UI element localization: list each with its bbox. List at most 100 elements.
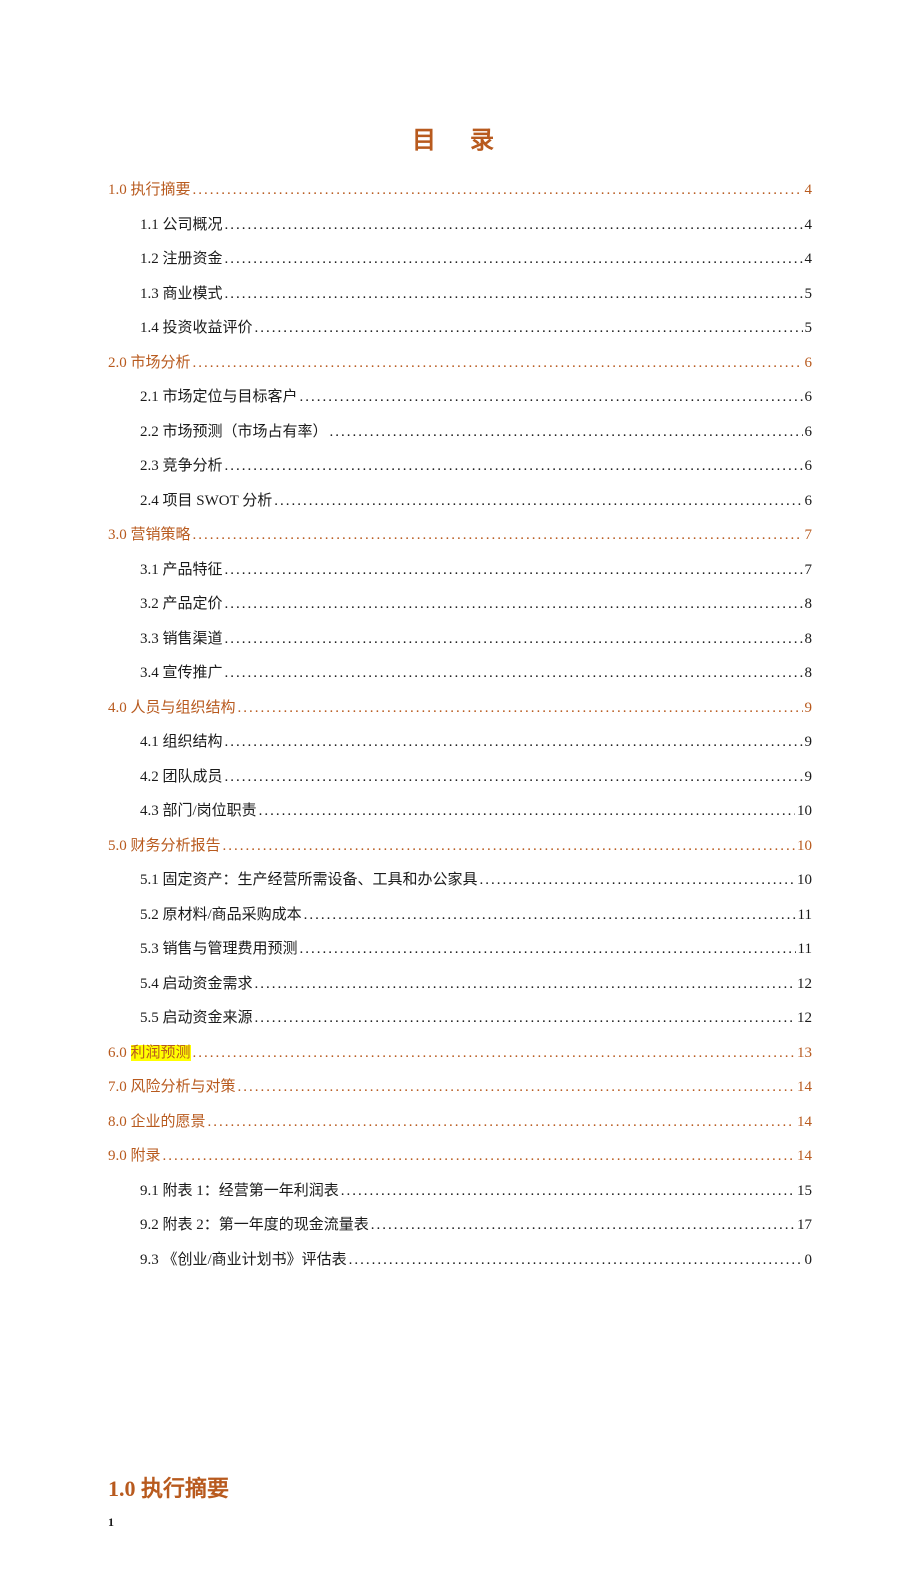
toc-label: 5.2 原材料/商品采购成本 [140, 904, 302, 927]
toc-label: 4.2 团队成员 [140, 766, 223, 789]
toc-label: 3.1 产品特征 [140, 559, 223, 582]
toc-page-number: 10 [797, 869, 812, 892]
toc-entry: 9.1 附表 1：经营第一年利润表15 [108, 1180, 812, 1203]
toc-title: 目 录 [108, 120, 812, 155]
highlight-text: 利润预测 [131, 1045, 191, 1061]
toc-entry: 5.2 原材料/商品采购成本 11 [108, 904, 812, 927]
toc-label: 3.0 营销策略 [108, 524, 191, 547]
toc-page-number: 7 [805, 524, 813, 547]
toc-page-number: 0 [805, 1249, 813, 1272]
toc-entry: 1.3 商业模式5 [108, 283, 812, 306]
toc-page-number: 4 [805, 214, 813, 237]
toc-label: 4.3 部门/岗位职责 [140, 800, 257, 823]
toc-label: 2.1 市场定位与目标客户 [140, 386, 298, 409]
toc-page-number: 6 [805, 490, 813, 513]
toc-leader-dots [193, 1042, 795, 1065]
toc-leader-dots [193, 352, 803, 375]
toc-entry: 5.1 固定资产：生产经营所需设备、工具和办公家具 10 [108, 869, 812, 892]
toc-entry: 5.4 启动资金需求 12 [108, 973, 812, 996]
toc-label: 1.4 投资收益评价 [140, 317, 253, 340]
toc-entry: 3.2 产品定价8 [108, 593, 812, 616]
toc-label: 9.3 《创业/商业计划书》评估表 [140, 1249, 347, 1272]
toc-label: 3.3 销售渠道 [140, 628, 223, 651]
toc-leader-dots [225, 559, 803, 582]
toc-page-number: 8 [805, 662, 813, 685]
toc-label: 8.0 企业的愿景 [108, 1111, 206, 1134]
toc-page-number: 9 [805, 697, 813, 720]
toc-label: 6.0 利润预测 [108, 1042, 191, 1065]
toc-page-number: 13 [797, 1042, 812, 1065]
toc-leader-dots [225, 283, 803, 306]
toc-entry: 1.4 投资收益评价5 [108, 317, 812, 340]
toc-leader-dots [300, 938, 796, 961]
toc-entry: 3.4 宣传推广8 [108, 662, 812, 685]
toc-page-number: 14 [797, 1111, 812, 1134]
toc-label: 1.1 公司概况 [140, 214, 223, 237]
toc-leader-dots [300, 386, 803, 409]
toc-leader-dots [259, 800, 795, 823]
toc-page-number: 10 [797, 800, 812, 823]
toc-label: 1.0 执行摘要 [108, 179, 191, 202]
toc-page-number: 12 [797, 1007, 812, 1030]
toc-label: 5.1 固定资产：生产经营所需设备、工具和办公家具 [140, 869, 478, 892]
toc-leader-dots [349, 1249, 803, 1272]
toc-entry: 9.2 附表 2：第一年度的现金流量表17 [108, 1214, 812, 1237]
toc-label: 2.3 竞争分析 [140, 455, 223, 478]
toc-leader-dots [225, 248, 803, 271]
toc-entry: 2.1 市场定位与目标客户6 [108, 386, 812, 409]
toc-leader-dots [304, 904, 796, 927]
toc-label: 5.4 启动资金需求 [140, 973, 253, 996]
toc-label: 5.0 财务分析报告 [108, 835, 221, 858]
toc-leader-dots [238, 697, 803, 720]
toc-label: 4.0 人员与组织结构 [108, 697, 236, 720]
toc-page-number: 4 [805, 179, 813, 202]
toc-leader-dots [238, 1076, 795, 1099]
toc-entry: 4.2 团队成员 9 [108, 766, 812, 789]
toc-label: 7.0 风险分析与对策 [108, 1076, 236, 1099]
toc-leader-dots [163, 1145, 795, 1168]
section-heading: 1.0 执行摘要 [108, 1471, 812, 1503]
toc-entry: 3.1 产品特征7 [108, 559, 812, 582]
toc-page-number: 11 [798, 938, 812, 961]
page-number: 1 [108, 1515, 812, 1530]
toc-entry: 4.3 部门/岗位职责 10 [108, 800, 812, 823]
toc-page-number: 11 [798, 904, 812, 927]
table-of-contents: 1.0 执行摘要41.1 公司概况41.2 注册资金41.3 商业模式51.4 … [108, 179, 812, 1271]
toc-page-number: 10 [797, 835, 812, 858]
toc-entry: 1.1 公司概况 4 [108, 214, 812, 237]
toc-leader-dots [225, 731, 803, 754]
toc-label: 5.5 启动资金来源 [140, 1007, 253, 1030]
toc-leader-dots [193, 179, 803, 202]
toc-page-number: 9 [805, 766, 813, 789]
toc-page-number: 9 [805, 731, 813, 754]
toc-leader-dots [330, 421, 803, 444]
toc-label: 9.0 附录 [108, 1145, 161, 1168]
toc-entry: 7.0 风险分析与对策 14 [108, 1076, 812, 1099]
toc-leader-dots [225, 214, 803, 237]
toc-leader-dots [223, 835, 795, 858]
toc-label: 1.2 注册资金 [140, 248, 223, 271]
toc-label: 2.4 项目 SWOT 分析 [140, 490, 272, 513]
toc-page-number: 8 [805, 628, 813, 651]
toc-leader-dots [480, 869, 795, 892]
toc-label: 2.2 市场预测（市场占有率） [140, 421, 328, 444]
toc-entry: 9.0 附录14 [108, 1145, 812, 1168]
toc-leader-dots [193, 524, 803, 547]
toc-leader-dots [225, 628, 803, 651]
toc-page-number: 14 [797, 1076, 812, 1099]
toc-page-number: 17 [797, 1214, 812, 1237]
toc-leader-dots [208, 1111, 795, 1134]
toc-leader-dots [371, 1214, 795, 1237]
toc-leader-dots [225, 662, 803, 685]
toc-label: 3.2 产品定价 [140, 593, 223, 616]
toc-entry: 8.0 企业的愿景 14 [108, 1111, 812, 1134]
toc-entry: 3.0 营销策略 7 [108, 524, 812, 547]
toc-entry: 9.3 《创业/商业计划书》评估表 0 [108, 1249, 812, 1272]
toc-leader-dots [255, 1007, 795, 1030]
toc-entry: 5.5 启动资金来源 12 [108, 1007, 812, 1030]
toc-entry: 2.0 市场分析6 [108, 352, 812, 375]
toc-page-number: 12 [797, 973, 812, 996]
toc-entry: 5.3 销售与管理费用预测11 [108, 938, 812, 961]
toc-leader-dots [341, 1180, 795, 1203]
toc-entry: 2.2 市场预测（市场占有率）6 [108, 421, 812, 444]
